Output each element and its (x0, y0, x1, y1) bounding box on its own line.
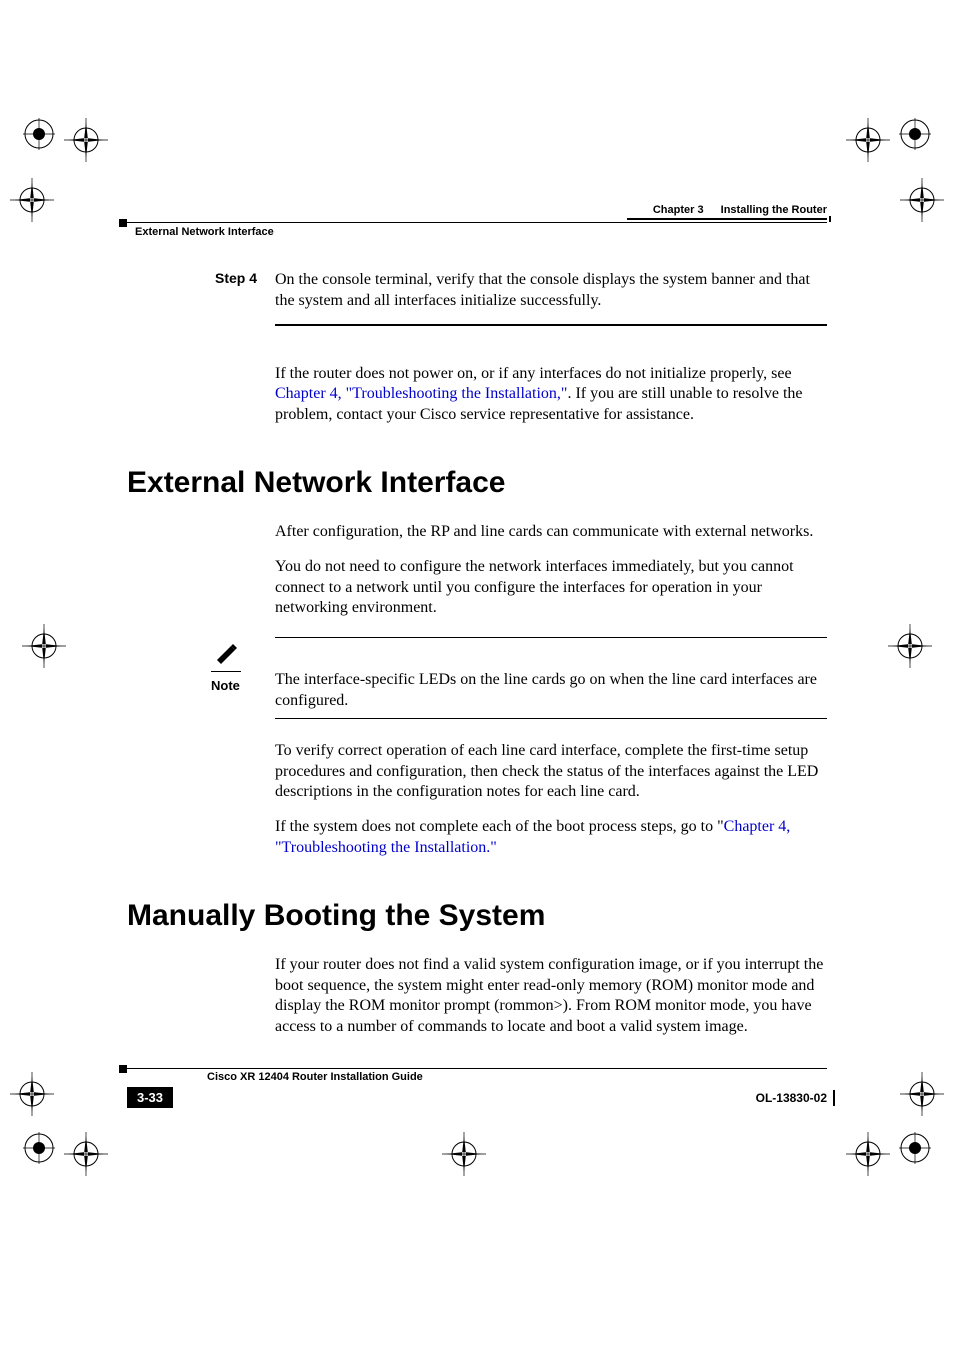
registration-mark-left-top-small (10, 178, 54, 222)
registration-mark-bottom-left-outer (23, 1132, 55, 1164)
note-icon-underline (211, 671, 241, 672)
paragraph-verify: To verify correct operation of each line… (275, 741, 827, 803)
registration-mark-right-bottom-small (900, 1072, 944, 1116)
registration-mark-bottom-right-inner (846, 1132, 890, 1176)
registration-mark-right-top-small (900, 178, 944, 222)
registration-mark-left-middle (22, 624, 66, 668)
registration-mark-left-bottom-small (10, 1072, 54, 1116)
note-text: The interface-specific LEDs on the line … (275, 644, 827, 712)
footer-rule (127, 1068, 827, 1070)
chapter-title: Installing the Router (721, 204, 827, 216)
step-4-row: Step 4 On the console terminal, verify t… (127, 270, 827, 312)
paragraph-boot: If the system does not complete each of … (275, 817, 827, 859)
paragraph-poweron: If the router does not power on, or if a… (275, 364, 827, 426)
footer-rule-block (119, 1065, 127, 1073)
header-rule-cap (829, 216, 831, 222)
note-label: Note (211, 678, 275, 693)
page-number: 3-33 (127, 1087, 173, 1108)
running-section-title: External Network Interface (135, 226, 274, 238)
registration-mark-bottom-center (442, 1132, 486, 1176)
registration-mark-bottom-left-inner (64, 1132, 108, 1176)
footer-guide-title: Cisco XR 12404 Router Installation Guide (207, 1071, 827, 1083)
registration-mark-top-left-outer (23, 118, 55, 150)
chapter-breadcrumb: Chapter 3 Installing the Router (653, 204, 827, 216)
paragraph-after-config: After configuration, the RP and line car… (275, 522, 827, 543)
text-before-link-2: If the system does not complete each of … (275, 818, 724, 835)
registration-mark-top-right-inner (846, 118, 890, 162)
registration-mark-bottom-right-outer (899, 1132, 931, 1164)
chapter-number: Chapter 3 (653, 204, 704, 216)
heading-external-network-interface: External Network Interface (127, 466, 827, 500)
document-id: OL-13830-02 (756, 1091, 827, 1105)
paragraph-no-need: You do not need to configure the network… (275, 557, 827, 619)
note-block: Note The interface-specific LEDs on the … (211, 637, 827, 719)
link-chapter-4-troubleshooting[interactable]: Chapter 4, "Troubleshooting the Installa… (275, 385, 567, 402)
registration-mark-top-right-outer (899, 118, 931, 150)
section-rule-block (119, 219, 127, 227)
step-end-rule (275, 324, 827, 326)
registration-mark-top-left-inner (64, 118, 108, 162)
note-icon-column: Note (211, 644, 275, 693)
registration-mark-right-middle (888, 624, 932, 668)
step-4-text: On the console terminal, verify that the… (275, 270, 827, 312)
step-4-label: Step 4 (127, 270, 275, 312)
pencil-icon (215, 644, 239, 668)
page-content: Chapter 3 Installing the Router External… (127, 200, 827, 1052)
text-before-link: If the router does not power on, or if a… (275, 365, 792, 382)
heading-manually-booting: Manually Booting the System (127, 899, 827, 933)
note-bottom-rule (275, 718, 827, 719)
page-footer: Cisco XR 12404 Router Installation Guide… (127, 1068, 827, 1109)
section-rule (127, 222, 827, 223)
paragraph-manual-boot: If your router does not find a valid sys… (275, 955, 827, 1038)
header-rule (627, 218, 827, 220)
footer-right-cap (833, 1090, 835, 1106)
